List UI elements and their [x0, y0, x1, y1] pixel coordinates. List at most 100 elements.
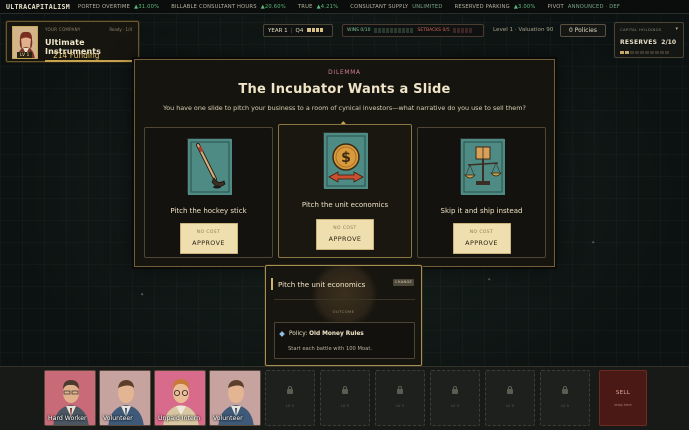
- approve-button[interactable]: NO COST APPROVE: [452, 223, 511, 254]
- policy-gem-icon: [279, 331, 285, 337]
- dilemma-kicker: DILEMMA: [328, 70, 361, 76]
- quarter-progress: [306, 28, 324, 34]
- card-label: Hard Worker: [48, 415, 87, 422]
- reserves-meter: [620, 51, 669, 54]
- ticker-item: PORTED OVERTIME ▲ 31.00%: [78, 4, 159, 10]
- cost-label: NO COST: [196, 230, 221, 235]
- approve-button[interactable]: NO COST APPROVE: [179, 223, 238, 254]
- outcome-box: Policy: Old Money Rules Start each battl…: [274, 322, 415, 359]
- approve-button[interactable]: NO COST APPROVE: [316, 219, 374, 250]
- slot-label: LV 3: [396, 404, 404, 408]
- funding-amount: 214 Funding: [53, 51, 100, 60]
- accent-bar: [271, 278, 273, 290]
- hand-card-volunteer[interactable]: Volunteer: [209, 370, 261, 426]
- quarter-label: Q4: [295, 27, 304, 34]
- ticker-change: 20.60%: [264, 3, 286, 10]
- market-ticker: ULTRACAPITALISM PORTED OVERTIME ▲ 31.00% B…: [0, 0, 689, 14]
- ticker-label: BILLABLE CONSULTANT HOURS: [171, 3, 257, 10]
- setbacks-label: SETBACKS 0/5: [417, 28, 450, 33]
- hand-card-unpaid-intern[interactable]: Unpaid Intern: [154, 370, 206, 426]
- ready-status: Ready · 1/4: [109, 27, 132, 32]
- wins-setbacks-tracker: WINS 0/10 SETBACKS 0/5: [342, 24, 484, 37]
- card-label: Volunteer: [213, 415, 243, 422]
- cost-label: NO COST: [469, 230, 494, 235]
- ticker-item: PIVOT ANNOUNCED · DEF: [548, 4, 621, 10]
- box-on-scale-icon: [459, 138, 505, 195]
- level-valuation: Level 1 · Valuation 90: [493, 27, 554, 33]
- sparkle-icon: ✦: [140, 292, 145, 298]
- separator: |: [290, 27, 293, 34]
- approve-label: APPROVE: [328, 235, 362, 243]
- slot-label: LV 3: [506, 404, 514, 408]
- slot-label: LV 3: [341, 404, 349, 408]
- coin-watermark: [311, 266, 378, 328]
- card-label: Volunteer: [103, 415, 133, 422]
- company-card[interactable]: LV 1 YOUR COMPANY Ready · 1/4 Ultimate I…: [6, 21, 139, 62]
- locked-slot: LV 3: [485, 370, 535, 426]
- approve-label: APPROVE: [192, 239, 225, 247]
- capital-holdings-panel[interactable]: CAPITAL HOLDINGS ▾ RESERVES 2/10: [614, 22, 684, 58]
- ticker-change: 3.00%: [518, 3, 536, 10]
- slot-label: LV 3: [286, 404, 294, 408]
- preview-title: Pitch the unit economics: [278, 280, 366, 289]
- company-tag: YOUR COMPANY: [45, 27, 81, 32]
- ticker-item: TRUE ▲ 4.21%: [298, 4, 338, 10]
- lock-icon: [397, 386, 403, 394]
- option-skip-and-ship[interactable]: Skip it and ship instead NO COST APPROVE: [417, 127, 546, 258]
- ceo-portrait: LV 1: [12, 26, 38, 59]
- wins-label: WINS 0/10: [347, 28, 371, 33]
- dollar-coin-icon: $: [323, 132, 368, 189]
- ticker-label: TRUE: [297, 3, 313, 10]
- ticker-change: ANNOUNCED · DEF: [567, 3, 621, 10]
- wins-progress: [373, 28, 413, 33]
- option-label: Skip it and ship instead: [440, 207, 523, 215]
- reserves-value: 2/10: [661, 39, 676, 46]
- ticker-item: RESERVED PARKING ▲ 3.00%: [455, 4, 536, 10]
- capital-title: CAPITAL HOLDINGS: [620, 27, 662, 32]
- policies-button[interactable]: 0 Policies: [560, 24, 606, 37]
- option-hockey-stick[interactable]: Pitch the hockey stick NO COST APPROVE: [144, 127, 273, 258]
- dilemma-prompt: You have one slide to pitch your busines…: [163, 104, 526, 112]
- setbacks-progress: [452, 28, 472, 33]
- sell-label: SELL: [615, 390, 631, 396]
- locked-slot: LV 3: [320, 370, 370, 426]
- ticker-label: RESERVED PARKING: [454, 3, 510, 10]
- sparkle-icon: ✦: [591, 240, 596, 246]
- ticker-label: PORTED OVERTIME: [78, 3, 131, 10]
- ticker-change: 31.00%: [138, 3, 160, 10]
- policy-description: Start each battle with 100 Moat.: [288, 346, 373, 352]
- ticker-item: BILLABLE CONSULTANT HOURS ▲ 20.60%: [171, 4, 286, 10]
- ticker-item: CONSULTANT SUPPLY UNLIMITED: [350, 4, 442, 10]
- card-label: Unpaid Intern: [158, 415, 201, 422]
- divider: [274, 299, 415, 300]
- dilemma-modal: DILEMMA The Incubator Wants a Slide You …: [134, 59, 555, 267]
- year-quarter-indicator: YEAR 1 | Q4: [263, 24, 333, 37]
- lock-icon: [507, 386, 513, 394]
- policy-name: Old Money Rules: [309, 331, 364, 337]
- ticker-change: 4.21%: [320, 3, 339, 10]
- policy-prefix: Policy:: [289, 331, 308, 337]
- game-screen: ULTRACAPITALISM PORTED OVERTIME ▲ 31.00% B…: [0, 0, 689, 430]
- locked-slot: LV 3: [430, 370, 480, 426]
- sparkle-icon: ✦: [487, 277, 492, 283]
- option-label: Pitch the hockey stick: [170, 207, 247, 215]
- outcome-preview-card: Pitch the unit economics CHANGE OUTCOME …: [265, 265, 422, 366]
- ticker-label: PIVOT: [547, 3, 564, 10]
- chevron-down-icon[interactable]: ▾: [675, 26, 678, 32]
- sell-dropzone[interactable]: SELL drag here: [599, 370, 647, 426]
- change-button[interactable]: CHANGE: [393, 279, 414, 286]
- policy-line: Policy: Old Money Rules: [289, 331, 364, 337]
- reserves-label: RESERVES: [620, 39, 658, 46]
- level-badge: LV 1: [17, 52, 33, 58]
- locked-slot: LV 3: [265, 370, 315, 426]
- svg-text:$: $: [341, 150, 351, 166]
- funding-bar: [45, 60, 133, 62]
- outcome-label: OUTCOME: [332, 309, 355, 314]
- locked-slot: LV 3: [540, 370, 590, 426]
- dilemma-title: The Incubator Wants a Slide: [238, 82, 451, 97]
- lock-icon: [287, 386, 293, 394]
- hand-card-hard-worker[interactable]: Hard Worker: [44, 370, 96, 426]
- hand-card-volunteer[interactable]: Volunteer: [99, 370, 151, 426]
- option-unit-economics[interactable]: $ Pitch the unit economics NO COST APPRO…: [278, 124, 412, 258]
- ticker-label: CONSULTANT SUPPLY: [350, 3, 409, 10]
